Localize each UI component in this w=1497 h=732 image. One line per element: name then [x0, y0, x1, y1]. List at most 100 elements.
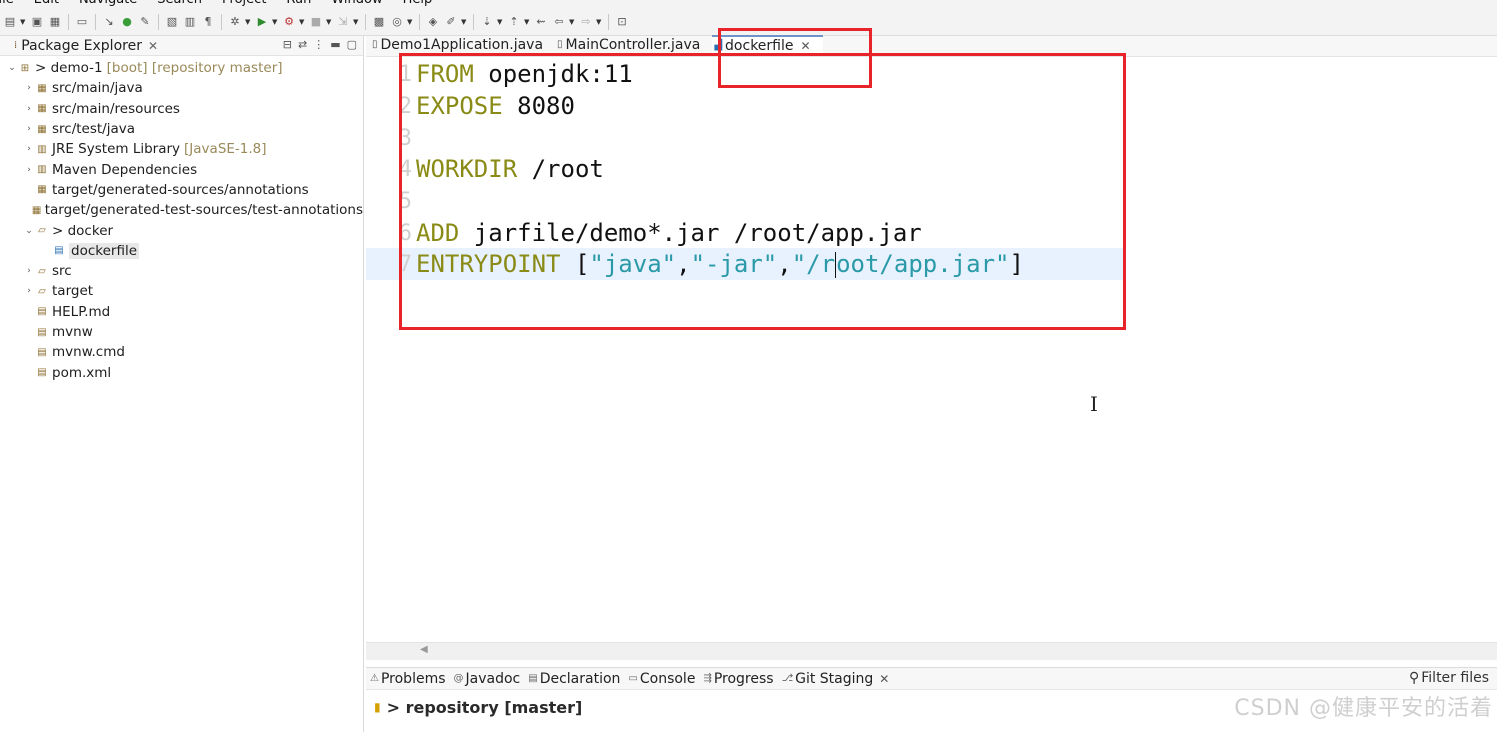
previous-annotation-dropdown-icon[interactable]: ▼	[524, 18, 531, 26]
tree-item[interactable]: ▤ mvnw	[0, 322, 363, 342]
save-icon[interactable]: ▣	[29, 14, 45, 30]
menu-item-search[interactable]: Search	[147, 0, 212, 8]
filter-files-box[interactable]: ⚲ Filter files	[1409, 670, 1489, 686]
tree-item[interactable]: › ▱ src	[0, 261, 363, 281]
tree-item-label: > docker	[52, 222, 114, 239]
code-line: 1 FROM openjdk:11	[366, 58, 633, 90]
editor-tab[interactable]: ▯ MainController.java	[555, 35, 712, 56]
editor-horizontal-scrollbar[interactable]: ◀	[366, 642, 1497, 660]
maximize-icon[interactable]: ▢	[347, 38, 357, 51]
word-wrap-icon[interactable]: ▥	[182, 14, 198, 30]
tree-item[interactable]: ▤ mvnw.cmd	[0, 342, 363, 362]
close-icon[interactable]: ✕	[801, 39, 811, 53]
new-java-project-icon[interactable]: ▩	[371, 14, 387, 30]
chevron-right-icon[interactable]: ›	[23, 165, 35, 175]
search-dropdown-icon[interactable]: ▼	[461, 18, 468, 26]
tree-item[interactable]: ▤ dockerfile	[0, 241, 363, 261]
close-icon[interactable]: ✕	[148, 39, 158, 53]
last-edit-location-icon[interactable]: ⇜	[533, 14, 549, 30]
show-whitespace-icon[interactable]: ¶	[200, 14, 216, 30]
tab-git-staging[interactable]: ⎇ Git Staging ✕	[778, 671, 890, 687]
new-dropdown-icon[interactable]: ▼	[20, 18, 27, 26]
tab-console[interactable]: ▭ Console	[624, 671, 695, 687]
link-with-editor-icon[interactable]: ⇄	[298, 38, 307, 51]
debug-icon[interactable]: ✲	[227, 14, 243, 30]
collapse-all-icon[interactable]: ⊟	[283, 38, 292, 51]
chevron-right-icon[interactable]: ›	[23, 104, 35, 114]
menu-item-file[interactable]: File	[0, 0, 24, 8]
forward-dropdown-icon[interactable]: ▼	[596, 18, 603, 26]
tree-item[interactable]: › ▱ target	[0, 281, 363, 301]
menu-item-navigate[interactable]: Navigate	[69, 0, 147, 8]
skip-breakpoints-icon[interactable]: ↘	[101, 14, 117, 30]
tab-declaration[interactable]: ▤ Declaration	[524, 671, 620, 687]
code-line: 7 ENTRYPOINT ["java","-jar","/root/app.ja…	[366, 248, 1126, 280]
tree-item[interactable]: › ▥ JRE System Library [JavaSE-1.8]	[0, 139, 363, 159]
spring-boot-icon[interactable]: ●	[119, 14, 135, 30]
minimize-icon[interactable]: ▬	[330, 38, 340, 51]
editor-tab[interactable]: ▯ Demo1Application.java	[370, 35, 555, 56]
disconnect-dropdown-icon[interactable]: ▼	[353, 18, 360, 26]
new-icon[interactable]: ▤	[2, 14, 18, 30]
menu-item-edit[interactable]: Edit	[24, 0, 69, 8]
view-menu-icon[interactable]: ⋮	[313, 38, 324, 51]
tab-problems[interactable]: ⚠ Problems	[366, 671, 446, 687]
next-annotation-dropdown-icon[interactable]: ▼	[497, 18, 504, 26]
code-string: "java"	[589, 250, 677, 278]
chevron-right-icon[interactable]: ›	[23, 266, 35, 276]
back-icon[interactable]: ⇦	[551, 14, 567, 30]
block-selection-icon[interactable]: ▧	[164, 14, 180, 30]
forward-icon[interactable]: ⇨	[578, 14, 594, 30]
tree-item[interactable]: ▦ target/generated-sources/annotations	[0, 180, 363, 200]
pin-editor-icon[interactable]: ⊡	[614, 14, 630, 30]
tab-label: Problems	[380, 670, 446, 687]
tree-item[interactable]: ▤ HELP.md	[0, 302, 363, 322]
run-dropdown-icon[interactable]: ▼	[272, 18, 279, 26]
code-line: 3	[366, 122, 416, 154]
new-package-icon[interactable]: ◎	[389, 14, 405, 30]
chevron-right-icon[interactable]: ›	[23, 83, 35, 93]
debug-dropdown-icon[interactable]: ▼	[245, 18, 252, 26]
tree-item[interactable]: › ▦ src/test/java	[0, 119, 363, 139]
chevron-right-icon[interactable]: ›	[23, 144, 35, 154]
back-dropdown-icon[interactable]: ▼	[569, 18, 576, 26]
editor-tab[interactable]: ▟ dockerfile ✕	[712, 35, 823, 56]
chevron-down-icon[interactable]: ⌄	[23, 226, 35, 236]
save-all-icon[interactable]: ▦	[47, 14, 63, 30]
chevron-right-icon[interactable]: ›	[23, 124, 35, 134]
disconnect-icon[interactable]: ⇲	[335, 14, 351, 30]
menu-item-window[interactable]: Window	[321, 0, 392, 8]
mark-occurrences-icon[interactable]: ✎	[137, 14, 153, 30]
close-icon[interactable]: ✕	[879, 672, 889, 686]
tab-progress[interactable]: ⇶ Progress	[699, 671, 773, 687]
tab-javadoc[interactable]: @ Javadoc	[450, 671, 521, 687]
external-tools-dropdown-icon[interactable]: ▼	[299, 18, 306, 26]
tree-item[interactable]: ▦ target/generated-test-sources/test-anno…	[0, 200, 363, 220]
tree-item[interactable]: › ▥ Maven Dependencies	[0, 159, 363, 179]
chevron-right-icon[interactable]: ›	[23, 286, 35, 296]
run-icon[interactable]: ▶	[254, 14, 270, 30]
search-icon[interactable]: ✐	[443, 14, 459, 30]
tree-item[interactable]: ⌄ ⊞ > demo-1 [boot] [repository master]	[0, 58, 363, 78]
tree-item[interactable]: ▤ pom.xml	[0, 362, 363, 382]
menu-item-project[interactable]: Project	[212, 0, 276, 8]
tree-item-label: target	[52, 283, 94, 300]
external-tools-icon[interactable]: ⚙	[281, 14, 297, 30]
chevron-down-icon[interactable]: ⌄	[6, 63, 18, 73]
tab-package-explorer[interactable]: ⁞ Package Explorer ✕	[0, 38, 158, 54]
next-annotation-icon[interactable]: ⇣	[479, 14, 495, 30]
menu-item-help[interactable]: Help	[393, 0, 443, 8]
package-folder-icon: ▦	[37, 82, 47, 94]
tree-item[interactable]: › ▦ src/main/resources	[0, 99, 363, 119]
stop-dropdown-icon[interactable]: ▼	[326, 18, 333, 26]
scroll-left-icon[interactable]: ◀	[420, 644, 428, 655]
new-package-dropdown-icon[interactable]: ▼	[407, 18, 414, 26]
open-type-icon[interactable]: ◈	[425, 14, 441, 30]
folder-icon: ▱	[38, 225, 46, 237]
previous-annotation-icon[interactable]: ⇡	[506, 14, 522, 30]
tree-item[interactable]: ⌄ ▱ > docker	[0, 220, 363, 240]
tree-item[interactable]: › ▦ src/main/java	[0, 78, 363, 98]
terminal-icon[interactable]: ▭	[74, 14, 90, 30]
menu-item-run[interactable]: Run	[276, 0, 321, 8]
stop-icon[interactable]: ■	[308, 14, 324, 30]
